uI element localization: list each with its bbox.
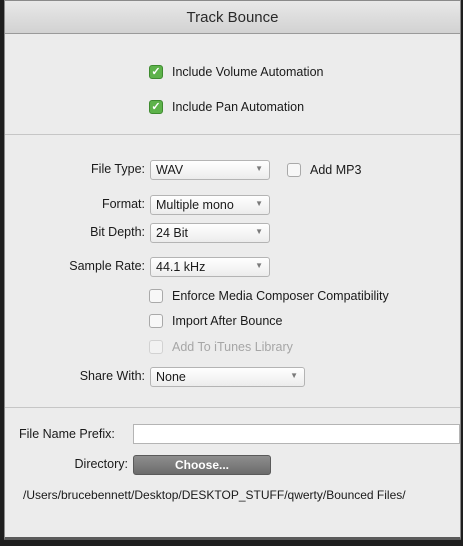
- share-with-label: Share With:: [79, 369, 145, 383]
- include-pan-automation-label: Include Pan Automation: [172, 100, 305, 114]
- checkmark-icon: ✓: [149, 65, 163, 79]
- dropdown-arrow-icon: ▼: [255, 227, 263, 236]
- file-name-prefix-label: File Name Prefix:: [19, 427, 115, 441]
- file-section: File Name Prefix: Directory: Choose... /…: [5, 408, 460, 543]
- file-type-value: WAV: [156, 163, 184, 177]
- import-after-bounce-checkbox[interactable]: Import After Bounce: [149, 314, 282, 328]
- directory-path: /Users/brucebennett/Desktop/DESKTOP_STUF…: [23, 488, 406, 502]
- dropdown-arrow-icon: ▼: [255, 261, 263, 270]
- add-to-itunes-checkbox: Add To iTunes Library: [149, 340, 293, 354]
- include-volume-automation-checkbox[interactable]: ✓ Include Volume Automation: [149, 65, 324, 79]
- dropdown-arrow-icon: ▼: [255, 199, 263, 208]
- format-value: Multiple mono: [156, 198, 234, 212]
- directory-label: Directory:: [74, 457, 128, 471]
- bit-depth-popup[interactable]: 24 Bit ▼: [150, 223, 270, 243]
- dropdown-arrow-icon: ▼: [290, 371, 298, 380]
- bit-depth-label: Bit Depth:: [90, 225, 145, 239]
- sample-rate-value: 44.1 kHz: [156, 260, 206, 274]
- checkbox-box: [149, 289, 163, 303]
- include-pan-automation-checkbox[interactable]: ✓ Include Pan Automation: [149, 100, 304, 114]
- choose-directory-button[interactable]: Choose...: [133, 455, 271, 475]
- file-type-label: File Type:: [91, 162, 145, 176]
- enforce-media-composer-checkbox[interactable]: Enforce Media Composer Compatibility: [149, 289, 389, 303]
- format-label: Format:: [101, 197, 145, 211]
- automation-section: ✓ Include Volume Automation ✓ Include Pa…: [5, 34, 460, 135]
- sample-rate-popup[interactable]: 44.1 kHz ▼: [150, 257, 270, 277]
- enforce-media-composer-label: Enforce Media Composer Compatibility: [172, 289, 389, 303]
- import-after-bounce-label: Import After Bounce: [172, 314, 283, 328]
- bounce-settings-section: File Type: WAV ▼ Add MP3 Format: Multipl…: [5, 135, 460, 408]
- add-mp3-checkbox[interactable]: Add MP3: [287, 163, 361, 177]
- share-with-value: None: [156, 370, 186, 384]
- track-bounce-dialog: Track Bounce ✓ Include Volume Automation…: [4, 0, 461, 540]
- dialog-title: Track Bounce: [5, 1, 460, 34]
- share-with-popup[interactable]: None ▼: [150, 367, 305, 387]
- checkbox-box: [149, 314, 163, 328]
- sample-rate-label: Sample Rate:: [69, 259, 145, 273]
- add-to-itunes-label: Add To iTunes Library: [172, 340, 293, 354]
- dropdown-arrow-icon: ▼: [255, 164, 263, 173]
- file-type-popup[interactable]: WAV ▼: [150, 160, 270, 180]
- checkbox-box: [149, 340, 163, 354]
- format-popup[interactable]: Multiple mono ▼: [150, 195, 270, 215]
- bit-depth-value: 24 Bit: [156, 226, 188, 240]
- checkmark-icon: ✓: [149, 100, 163, 114]
- include-volume-automation-label: Include Volume Automation: [172, 65, 324, 79]
- add-mp3-label: Add MP3: [310, 163, 362, 177]
- file-name-prefix-input[interactable]: [133, 424, 460, 444]
- checkbox-box: [287, 163, 301, 177]
